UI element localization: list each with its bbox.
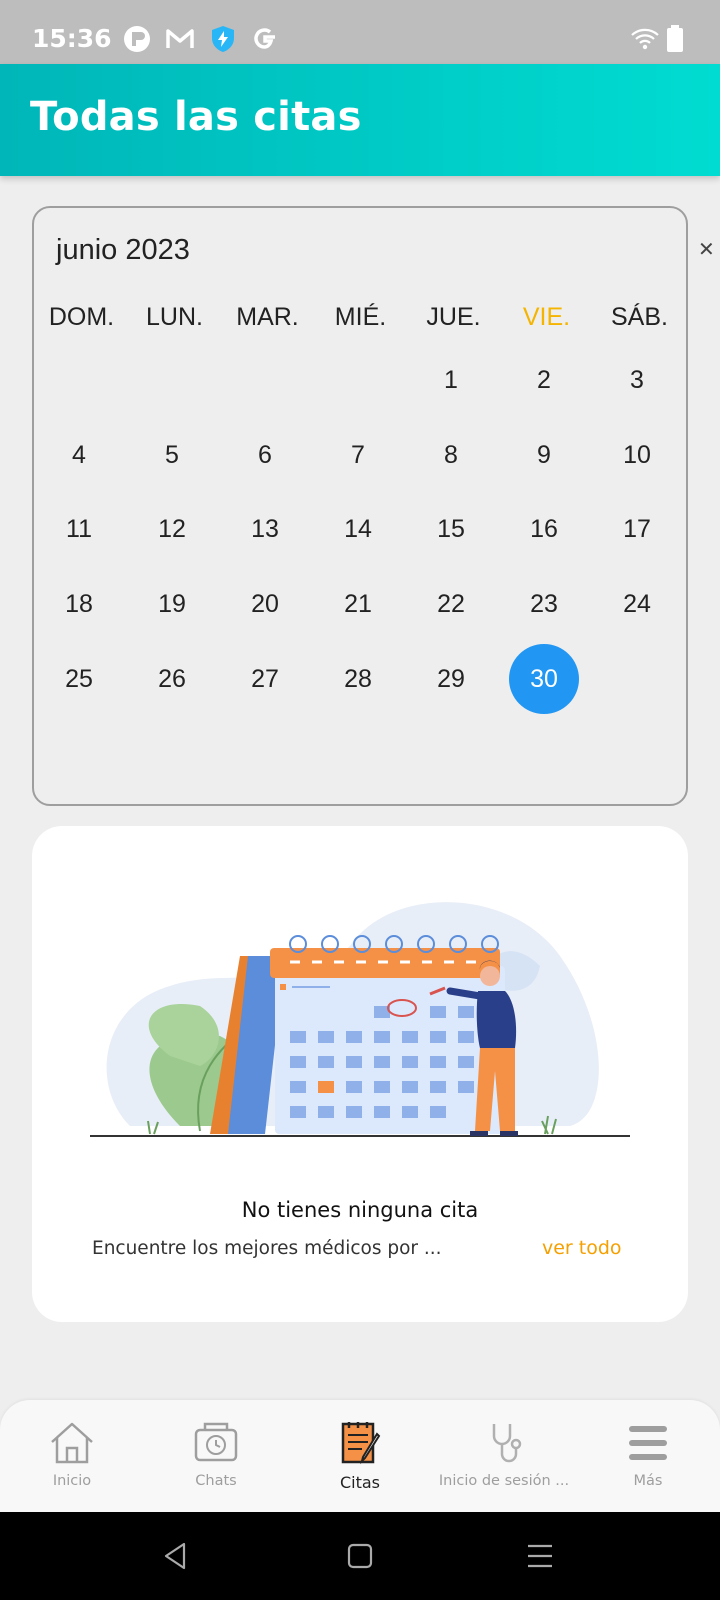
calendar-day-12[interactable]: 12	[137, 494, 207, 564]
nav-label-mas: Más	[633, 1473, 663, 1489]
weekday-tue: MAR.	[236, 303, 299, 331]
calendar-month-label[interactable]: junio 2023	[56, 234, 190, 267]
home-square-icon[interactable]	[344, 1540, 376, 1572]
calendar-day-24[interactable]: 24	[602, 569, 672, 639]
calendar-day-25[interactable]: 25	[44, 644, 114, 714]
calendar-day-27[interactable]: 27	[230, 644, 300, 714]
nav-item-citas[interactable]: Citas	[288, 1400, 432, 1512]
calendar-day-23[interactable]: 23	[509, 569, 579, 639]
weekday-sun: DOM.	[48, 303, 115, 331]
appointments-notepad-icon	[341, 1422, 381, 1465]
app-bar: Todas las citas	[0, 64, 720, 176]
page-title: Todas las citas	[30, 94, 362, 140]
back-icon[interactable]	[160, 1540, 192, 1572]
bolt-shield-icon	[212, 26, 234, 52]
nav-label-login: Inicio de sesión ...	[438, 1473, 570, 1489]
weekday-thu: JUE.	[426, 303, 481, 331]
nav-item-mas[interactable]: Más	[576, 1400, 720, 1512]
status-bar: 15:36	[0, 0, 720, 64]
status-time: 15:36	[32, 24, 112, 53]
battery-icon	[667, 25, 683, 52]
calendar-day-20[interactable]: 20	[230, 569, 300, 639]
system-navigation-bar	[0, 1512, 720, 1600]
home-icon	[51, 1422, 93, 1464]
google-icon	[254, 28, 275, 49]
gmail-icon	[166, 29, 194, 48]
nav-item-chats[interactable]: Chats	[144, 1400, 288, 1512]
calendar-day-13[interactable]: 13	[230, 494, 300, 564]
calendar-day-10[interactable]: 10	[602, 420, 672, 490]
see-all-link[interactable]: ver todo	[542, 1237, 622, 1259]
wifi-icon	[631, 28, 659, 50]
calendar-day-28[interactable]: 28	[323, 644, 393, 714]
nav-item-login[interactable]: Inicio de sesión ...	[432, 1400, 576, 1512]
calendar-day-18[interactable]: 18	[44, 569, 114, 639]
calendar-day-17[interactable]: 17	[602, 494, 672, 564]
weekday-sat: SÁB.	[611, 303, 668, 331]
calendar-day-16[interactable]: 16	[509, 494, 579, 564]
weekday-wed: MIÉ.	[334, 303, 387, 331]
empty-state-subtitle: Encuentre los mejores médicos por ...	[92, 1238, 442, 1259]
chat-history-icon	[194, 1422, 238, 1462]
nav-label-chats: Chats	[195, 1473, 237, 1489]
nav-label-inicio: Inicio	[52, 1473, 92, 1489]
calendar-day-15[interactable]: 15	[416, 494, 486, 564]
recents-menu-icon[interactable]	[524, 1540, 556, 1572]
nav-item-inicio[interactable]: Inicio	[0, 1400, 144, 1512]
empty-state-title: No tienes ninguna cita	[241, 1198, 479, 1222]
menu-icon	[629, 1426, 667, 1460]
calendar-day-30[interactable]: 30	[509, 644, 579, 714]
calendar-day-22[interactable]: 22	[416, 569, 486, 639]
empty-appointments-card: No tienes ninguna cita Encuentre los mej…	[32, 826, 688, 1322]
calendar-day-19[interactable]: 19	[137, 569, 207, 639]
calendar-day-11[interactable]: 11	[44, 494, 114, 564]
weekday-mon: LUN.	[146, 303, 203, 331]
calendar-day-1[interactable]: 1	[416, 345, 486, 415]
stethoscope-icon	[492, 1424, 522, 1463]
calendar-day-8[interactable]: 8	[416, 420, 486, 490]
calendar-day-14[interactable]: 14	[323, 494, 393, 564]
calendar-day-5[interactable]: 5	[137, 420, 207, 490]
calendar: junio 2023 DOM. LUN. MAR. MIÉ. JUE. VIE.…	[32, 206, 688, 806]
calendar-day-2[interactable]: 2	[509, 345, 579, 415]
nav-label-citas: Citas	[339, 1473, 381, 1492]
r-app-icon	[124, 26, 150, 52]
calendar-day-29[interactable]: 29	[416, 644, 486, 714]
calendar-day-4[interactable]: 4	[44, 420, 114, 490]
bottom-navigation: Inicio Chats Citas Inicio de sesión ...	[0, 1400, 720, 1512]
calendar-illustration	[90, 902, 630, 1137]
weekday-header: DOM. LUN. MAR. MIÉ. JUE. VIE. SÁB.	[34, 303, 686, 343]
calendar-day-6[interactable]: 6	[230, 420, 300, 490]
close-icon[interactable]: ✕	[698, 238, 715, 260]
calendar-day-26[interactable]: 26	[137, 644, 207, 714]
calendar-day-21[interactable]: 21	[323, 569, 393, 639]
calendar-day-3[interactable]: 3	[602, 345, 672, 415]
calendar-day-7[interactable]: 7	[323, 420, 393, 490]
calendar-day-9[interactable]: 9	[509, 420, 579, 490]
weekday-fri: VIE.	[522, 303, 571, 331]
